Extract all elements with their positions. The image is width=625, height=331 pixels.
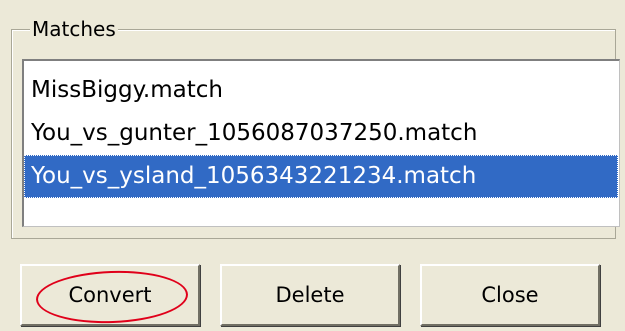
close-button[interactable]: Close bbox=[420, 264, 600, 326]
list-item-missbiggy[interactable]: MissBiggy.match bbox=[24, 69, 619, 112]
matches-list: MissBiggy.match You_vs_gunter_1056087037… bbox=[24, 61, 619, 198]
matches-group-title: Matches bbox=[30, 17, 118, 41]
matches-listbox[interactable]: MissBiggy.match You_vs_gunter_1056087037… bbox=[22, 59, 620, 227]
convert-button[interactable]: Convert bbox=[20, 264, 200, 326]
list-item-you-vs-gunter[interactable]: You_vs_gunter_1056087037250.match bbox=[24, 112, 619, 155]
delete-button[interactable]: Delete bbox=[220, 264, 400, 326]
list-item-you-vs-ysland[interactable]: You_vs_ysland_1056343221234.match bbox=[24, 155, 618, 198]
